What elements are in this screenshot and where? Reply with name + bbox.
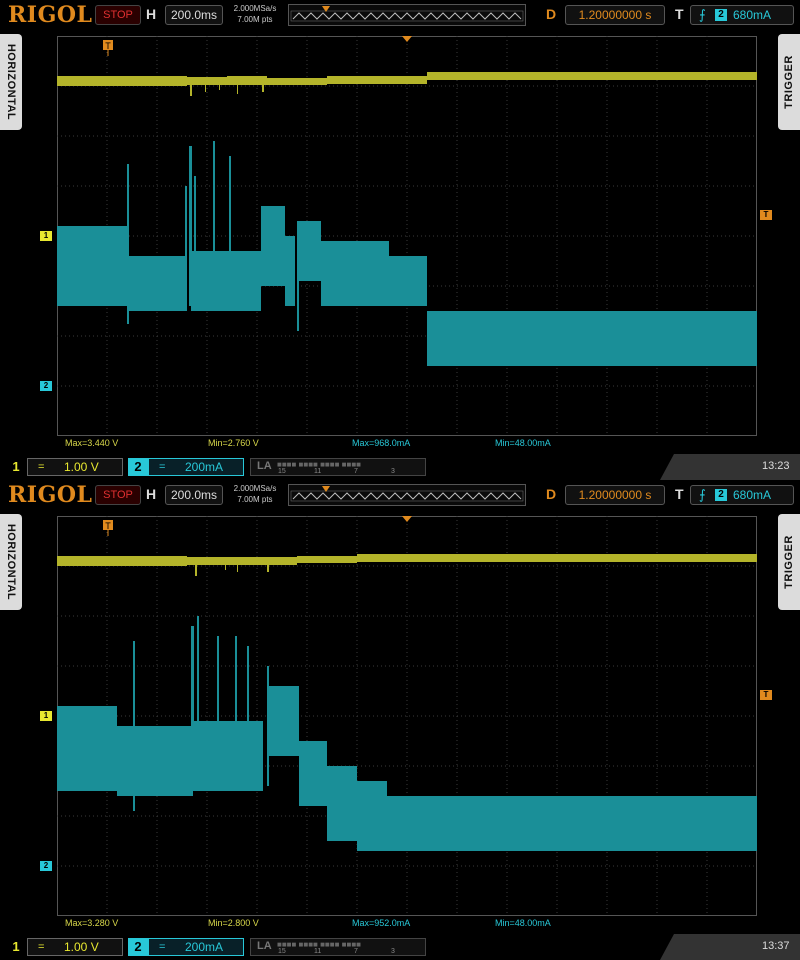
grid-lines: [57, 36, 757, 436]
ch1-settings[interactable]: = 1.00 V: [27, 938, 123, 956]
memory-depth: 7.00M pts: [237, 495, 273, 504]
trigger-level: 680mA: [733, 488, 772, 502]
ch2-max-measurement: Max=952.0mA: [352, 918, 411, 928]
ch2-label[interactable]: 2: [128, 938, 148, 956]
ch1-label[interactable]: 1: [6, 458, 26, 476]
top-status-bar: RIGOL STOP H 200.0ms 2.000MSa/s 7.00M pt…: [0, 480, 800, 510]
trigger-level-marker[interactable]: T: [760, 690, 772, 700]
la-bit-label: 7: [354, 468, 358, 475]
trigger-tab[interactable]: TRIGGER: [778, 514, 800, 610]
trigger-label: T: [675, 6, 684, 22]
rising-edge-icon: ⨍: [699, 7, 706, 22]
la-bit-label: 3: [391, 468, 395, 475]
ch1-offset-marker[interactable]: 1: [40, 231, 52, 241]
ch2-min-measurement: Min=48.00mA: [495, 918, 551, 928]
dc-coupling-icon: =: [159, 461, 166, 473]
scope-screen-2: RIGOL STOP H 200.0ms 2.000MSa/s 7.00M pt…: [0, 480, 800, 960]
ch2-scale: 200mA: [185, 460, 224, 474]
delay-label: D: [546, 486, 557, 502]
trigger-source: 2: [715, 489, 727, 501]
clock: 13:37: [762, 940, 790, 952]
grid-lines: [57, 516, 757, 916]
horizontal-tab[interactable]: HORIZONTAL: [0, 34, 22, 130]
trigger-settings[interactable]: ⨍ 2 680mA: [690, 485, 794, 505]
trigger-tab[interactable]: TRIGGER: [778, 34, 800, 130]
dc-coupling-icon: =: [38, 461, 45, 473]
bottom-channel-bar: 1 = 1.00 V 2 = 200mA LA ■■■■ ■■■■ ■■■■ ■…: [0, 454, 800, 480]
sample-rate: 2.000MSa/s: [233, 484, 277, 493]
delay-value[interactable]: 1.20000000 s: [565, 5, 665, 25]
horizontal-label: H: [146, 6, 157, 22]
memory-position-bar[interactable]: [288, 4, 526, 26]
trigger-source: 2: [715, 9, 727, 21]
ch1-offset-marker[interactable]: 1: [40, 711, 52, 721]
clock: 13:23: [762, 460, 790, 472]
rigol-logo: RIGOL: [8, 2, 93, 28]
la-label: LA: [257, 460, 272, 472]
ch1-label[interactable]: 1: [6, 938, 26, 956]
run-stop-indicator[interactable]: STOP: [95, 5, 141, 25]
la-bit-label: 3: [391, 948, 395, 955]
trigger-label: T: [675, 486, 684, 502]
ch1-settings[interactable]: = 1.00 V: [27, 458, 123, 476]
rising-edge-icon: ⨍: [699, 487, 706, 502]
dc-coupling-icon: =: [159, 941, 166, 953]
bottom-channel-bar: 1 = 1.00 V 2 = 200mA LA ■■■■ ■■■■ ■■■■ ■…: [0, 934, 800, 960]
ch1-min-measurement: Min=2.800 V: [208, 918, 259, 928]
memory-depth: 7.00M pts: [237, 15, 273, 24]
trigger-level: 680mA: [733, 8, 772, 22]
ch2-offset-marker[interactable]: 2: [40, 381, 52, 391]
ch2-scale: 200mA: [185, 940, 224, 954]
ch1-max-measurement: Max=3.280 V: [65, 918, 119, 928]
la-bit-label: 15: [278, 468, 286, 475]
horizontal-tab[interactable]: HORIZONTAL: [0, 514, 22, 610]
top-status-bar: RIGOL STOP H 200.0ms 2.000MSa/s 7.00M pt…: [0, 0, 800, 30]
timebase-value[interactable]: 200.0ms: [165, 5, 223, 25]
ch2-max-measurement: Max=968.0mA: [352, 438, 411, 448]
la-bit-label: 11: [314, 948, 322, 955]
sample-rate-info: 2.000MSa/s 7.00M pts: [226, 3, 284, 25]
rigol-logo: RIGOL: [8, 482, 93, 508]
trigger-level-marker[interactable]: T: [760, 210, 772, 220]
ch1-max-measurement: Max=3.440 V: [65, 438, 119, 448]
trigger-settings[interactable]: ⨍ 2 680mA: [690, 5, 794, 25]
la-bit-label: 7: [354, 948, 358, 955]
delay-value[interactable]: 1.20000000 s: [565, 485, 665, 505]
waveform-grid: T: [57, 516, 757, 916]
la-bit-label: 11: [314, 468, 322, 475]
waveform-grid: T: [57, 36, 757, 436]
ch1-scale: 1.00 V: [64, 940, 99, 954]
scope-screen-1: RIGOL STOP H 200.0ms 2.000MSa/s 7.00M pt…: [0, 0, 800, 480]
sample-rate: 2.000MSa/s: [233, 4, 277, 13]
trigger-marker-label: T: [105, 41, 111, 51]
delay-label: D: [546, 6, 557, 22]
logic-analyzer-settings[interactable]: LA ■■■■ ■■■■ ■■■■ ■■■■ 15 11 7 3: [250, 938, 426, 956]
trigger-marker-label: T: [105, 521, 111, 531]
la-bit-label: 15: [278, 948, 286, 955]
dc-coupling-icon: =: [38, 941, 45, 953]
memory-waveform-icon: [290, 486, 524, 502]
ch1-scale: 1.00 V: [64, 460, 99, 474]
horizontal-label: H: [146, 486, 157, 502]
ch2-label[interactable]: 2: [128, 458, 148, 476]
logic-analyzer-settings[interactable]: LA ■■■■ ■■■■ ■■■■ ■■■■ 15 11 7 3: [250, 458, 426, 476]
ch2-offset-marker[interactable]: 2: [40, 861, 52, 871]
la-label: LA: [257, 940, 272, 952]
ch2-settings[interactable]: = 200mA: [148, 938, 244, 956]
run-stop-indicator[interactable]: STOP: [95, 485, 141, 505]
timebase-value[interactable]: 200.0ms: [165, 485, 223, 505]
ch1-min-measurement: Min=2.760 V: [208, 438, 259, 448]
memory-position-bar[interactable]: [288, 484, 526, 506]
ch2-min-measurement: Min=48.00mA: [495, 438, 551, 448]
memory-waveform-icon: [290, 6, 524, 22]
sample-rate-info: 2.000MSa/s 7.00M pts: [226, 483, 284, 505]
ch2-settings[interactable]: = 200mA: [148, 458, 244, 476]
